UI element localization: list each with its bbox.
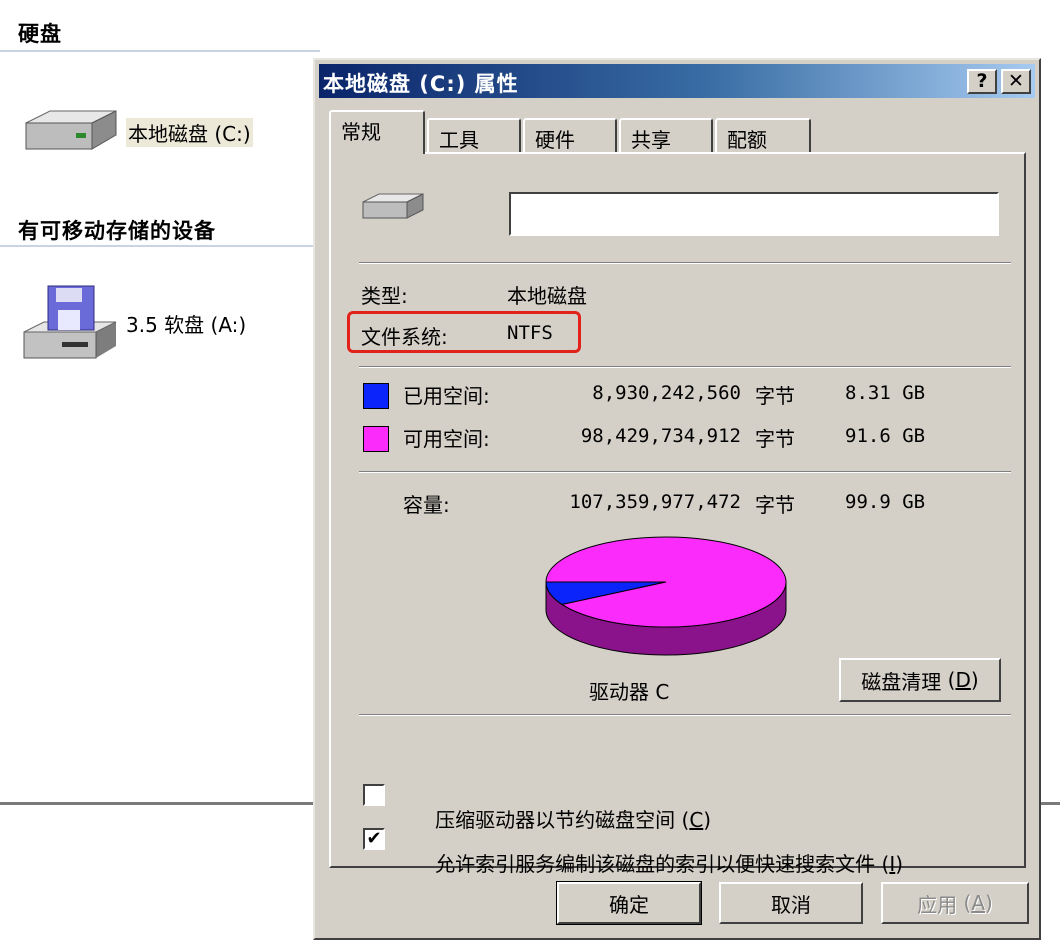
used-space-swatch (363, 383, 389, 409)
used-space-unit: 字节 (755, 384, 795, 408)
properties-dialog: 本地磁盘 (C:) 属性 ? ✕ 常规 工具 硬件 共享 配额 类型: 本地磁盘… (313, 58, 1041, 940)
tab-sharing[interactable]: 共享 (619, 118, 713, 154)
type-value: 本地磁盘 (507, 284, 587, 308)
close-icon: ✕ (1008, 70, 1024, 92)
dialog-titlebar[interactable]: 本地磁盘 (C:) 属性 ? ✕ (319, 64, 1035, 98)
capacity-unit: 字节 (755, 493, 795, 517)
checkbox-check-icon: ✔ (366, 828, 382, 849)
dialog-title: 本地磁盘 (C:) 属性 (323, 72, 519, 96)
tab-tools[interactable]: 工具 (427, 118, 521, 154)
drive-small-icon (362, 193, 424, 219)
cancel-button[interactable]: 取消 (719, 882, 863, 924)
type-label: 类型: (361, 284, 408, 308)
separator (359, 471, 1011, 473)
general-tab-panel: 类型: 本地磁盘 文件系统: NTFS 已用空间: 8,930,242,560 … (329, 152, 1026, 876)
free-space-bytes: 98,429,734,912 (580, 425, 741, 447)
local-disk-label: 本地磁盘 (C:) (126, 118, 253, 147)
floppy-drive-icon (23, 285, 117, 359)
disk-usage-pie-chart (545, 536, 787, 656)
section-divider (0, 245, 320, 247)
hard-drive-icon (25, 110, 117, 150)
disk-cleanup-button[interactable]: 磁盘清理 (D) (839, 658, 1001, 702)
disk-cleanup-label: 磁盘清理 (861, 669, 942, 694)
free-space-label: 可用空间: (403, 427, 490, 451)
index-label-text: 允许索引服务编制该磁盘的索引以便快速搜索文件 (435, 852, 876, 876)
used-space-label: 已用空间: (403, 384, 490, 408)
section-divider (0, 50, 320, 52)
pie-slice-free (545, 536, 787, 628)
compress-checkbox[interactable] (363, 784, 385, 806)
apply-label: 应用 (917, 892, 958, 917)
tab-hardware[interactable]: 硬件 (523, 118, 617, 154)
used-space-size: 8.31 GB (845, 382, 926, 404)
capacity-label: 容量: (403, 493, 450, 517)
index-shortcut: I (889, 852, 896, 876)
filesystem-value: NTFS (507, 322, 553, 344)
tab-general[interactable]: 常规 (329, 110, 425, 154)
apply-button[interactable]: 应用 (A) (881, 882, 1029, 924)
filesystem-label: 文件系统: (361, 325, 448, 349)
ok-button[interactable]: 确定 (556, 881, 702, 925)
close-button[interactable]: ✕ (1001, 69, 1031, 94)
hard-disk-section-header: 硬盘 (18, 22, 62, 46)
used-space-bytes: 8,930,242,560 (592, 382, 741, 404)
capacity-bytes: 107,359,977,472 (569, 491, 741, 513)
separator (359, 714, 1011, 716)
help-button[interactable]: ? (967, 69, 997, 94)
index-checkbox[interactable]: ✔ (363, 828, 385, 850)
apply-shortcut: A (971, 891, 986, 915)
free-space-size: 91.6 GB (845, 425, 926, 447)
volume-name-input[interactable] (509, 192, 999, 236)
free-space-swatch (363, 426, 389, 452)
floppy-drive-label: 3.5 软盘 (A:) (126, 312, 247, 337)
drive-label: 驱动器 C (589, 680, 670, 704)
capacity-size: 99.9 GB (845, 491, 926, 513)
disk-cleanup-shortcut: D (955, 668, 971, 692)
separator (359, 366, 1011, 368)
tab-quota[interactable]: 配额 (715, 118, 811, 154)
floppy-drive-item[interactable]: 3.5 软盘 (A:) (20, 282, 246, 364)
removable-section-header: 有可移动存储的设备 (18, 219, 216, 243)
separator (359, 262, 1011, 264)
local-disk-item[interactable]: 本地磁盘 (C:) (20, 105, 253, 160)
free-space-unit: 字节 (755, 427, 795, 451)
